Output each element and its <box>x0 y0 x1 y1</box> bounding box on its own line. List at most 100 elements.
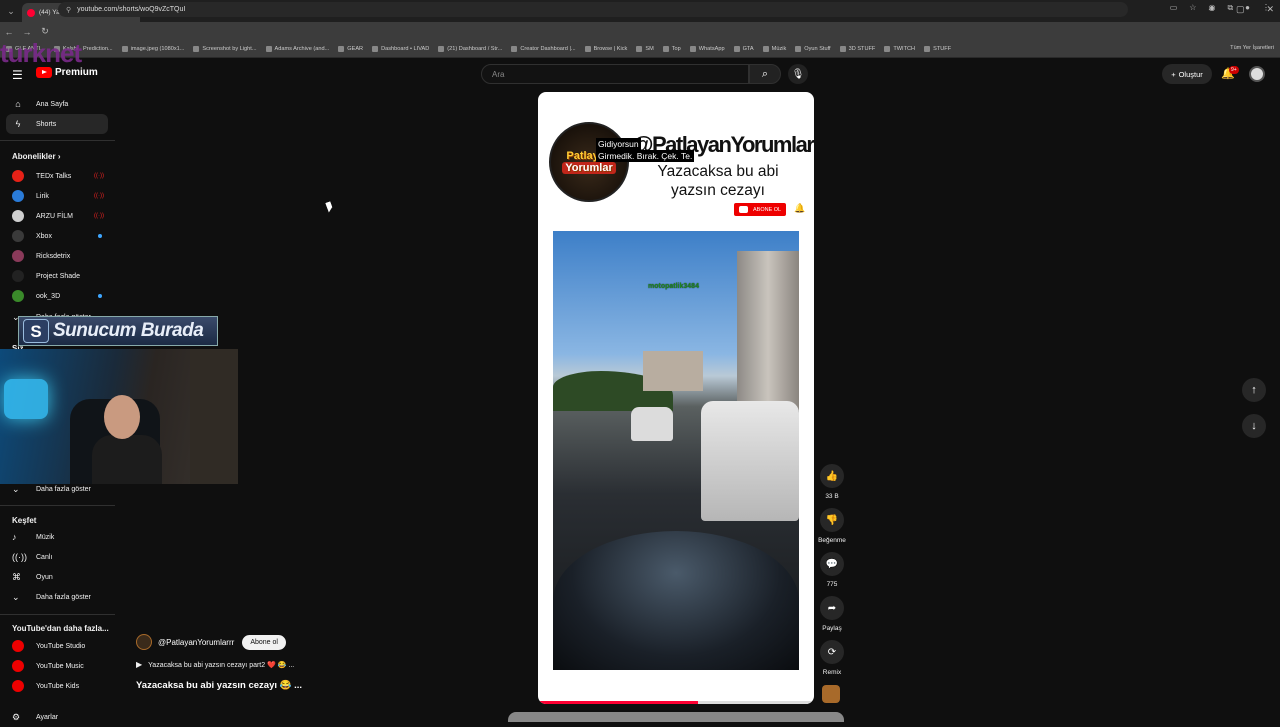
overlay-subscribe-graphic: ABONE OL <box>734 203 787 216</box>
bookmark-item[interactable]: Dashboard • LIVAD <box>372 46 429 52</box>
gear-icon: ⚙ <box>12 711 21 722</box>
forward-icon[interactable]: → <box>18 27 36 37</box>
sidebar-item-subscription[interactable]: ARZU FİLM ((·)) <box>6 206 108 226</box>
bookmark-star-icon[interactable]: ☆ <box>1189 3 1196 13</box>
bookmark-item[interactable]: 3D STUFF <box>839 46 875 52</box>
show-more-you-button[interactable]: ⌄ Daha fazla göster <box>6 479 108 499</box>
hamburger-menu-icon[interactable]: ☰ <box>12 68 23 82</box>
distant-building <box>643 351 703 391</box>
white-car <box>631 407 673 441</box>
sidebar-item-label: Shorts <box>36 120 57 128</box>
new-content-dot <box>98 294 102 298</box>
show-more-explore-button[interactable]: ⌄ Daha fazla göster <box>6 587 108 607</box>
plus-icon: + <box>1171 69 1176 79</box>
bookmarks-bar: GLE ANTI... Kalshi - Prediction... image.j… <box>0 41 1280 58</box>
bookmark-item[interactable]: Browse | Kick <box>584 46 627 52</box>
car-hood <box>553 531 799 670</box>
search-icon[interactable]: ⌕ <box>749 64 781 84</box>
share-button[interactable]: ➦ Paylaş <box>818 596 846 632</box>
sidebar-item-settings[interactable]: ⚙ Ayarlar <box>6 707 108 727</box>
playlist-link[interactable]: ▶ Yazacaksa bu abi yazsın cezayı part2 ❤… <box>136 660 294 669</box>
short-channel-row: @PatlayanYorumlarrr Abone ol <box>136 634 286 650</box>
like-button[interactable]: 👍 33 B <box>818 464 846 500</box>
address-toolbar: ← → ↻ <box>0 22 1280 41</box>
bookmark-label: Creator Dashboard |... <box>520 46 576 52</box>
extension-icon[interactable]: ◉ <box>1208 3 1215 13</box>
shorts-icon: ϟ <box>15 119 21 129</box>
dislike-button[interactable]: 👎 Beğenme <box>818 508 846 544</box>
bookmark-item[interactable]: GTA <box>733 46 754 52</box>
profile-icon[interactable]: ● <box>1245 3 1250 13</box>
bookmark-item[interactable]: Top <box>662 46 681 52</box>
sidebar-item-label: Ana Sayfa <box>36 100 69 108</box>
sidebar-item-shorts[interactable]: ϟ Shorts <box>6 114 108 134</box>
cast-icon[interactable]: ▭ <box>1170 3 1178 13</box>
bookmark-label: SM <box>645 46 654 52</box>
all-bookmarks-link[interactable]: Tüm Yer İşaretleri <box>1230 45 1274 51</box>
sidebar-item-youtube-studio[interactable]: YouTube Studio <box>6 636 108 656</box>
bookmark-item[interactable]: WhatsApp <box>689 46 725 52</box>
previous-short-button[interactable]: ↑ <box>1242 378 1266 402</box>
bookmark-label: image.jpeg (1080x1... <box>130 46 185 52</box>
reload-icon[interactable]: ↻ <box>36 26 54 37</box>
bookmark-item[interactable]: TWITCH <box>884 46 915 52</box>
sidebar-item-live[interactable]: ((·)) Canlı <box>6 547 108 567</box>
remix-button[interactable]: ⟳ Remix <box>818 640 846 676</box>
sidebar-item-subscription[interactable]: Ricksdetrix <box>6 246 108 266</box>
channel-avatar[interactable] <box>136 634 152 650</box>
banner-text: Sunucum Burada <box>53 320 204 341</box>
sidebar-item-subscription[interactable]: Xbox <box>6 226 108 246</box>
bookmark-icon <box>795 46 802 52</box>
next-short-preview[interactable] <box>508 712 844 722</box>
sidebar-item-home[interactable]: ⌂ Ana Sayfa <box>6 94 108 114</box>
create-button[interactable]: + Oluştur <box>1162 64 1212 84</box>
shorts-player[interactable]: Patlayan Yorumlar @PatlayanYorumlarrr Gi… <box>538 92 814 704</box>
tab-search-icon[interactable]: ⌄ <box>0 0 22 22</box>
account-avatar[interactable] <box>1249 66 1265 82</box>
caption-line-1: Gidiyorsun <box>596 138 641 150</box>
live-indicator-icon: ((·)) <box>94 173 104 179</box>
bookmark-item[interactable]: Creator Dashboard |... <box>511 46 576 52</box>
sidebar-item-music[interactable]: ♪ Müzik <box>6 527 108 547</box>
bookmark-item[interactable]: Müzik <box>762 46 786 52</box>
sidebar-item-youtube-kids[interactable]: YouTube Kids <box>6 676 108 696</box>
sidebar-item-subscription[interactable]: ook_3D <box>6 286 108 306</box>
sidebar-item-label: Müzik <box>36 533 55 541</box>
video-watermark: motopatlik3484 <box>648 283 699 290</box>
youtube-premium-logo[interactable]: Premium <box>36 67 98 78</box>
channel-name[interactable]: @PatlayanYorumlarrr <box>158 638 234 647</box>
subscribe-graphic-label: ABONE OL <box>753 206 782 213</box>
bookmark-item[interactable]: Oyun Stuff <box>795 46 831 52</box>
sidebar-item-youtube-music[interactable]: YouTube Music <box>6 656 108 676</box>
youtube-music-icon <box>12 660 24 672</box>
short-title[interactable]: Yazacaksa bu abi yazsın cezayı 😂 ... <box>136 680 302 691</box>
search-input[interactable]: Ara <box>481 64 749 84</box>
sidebar-item-gaming[interactable]: ⌘ Oyun <box>6 567 108 587</box>
bookmark-item[interactable]: GEAR <box>338 46 363 52</box>
comments-button[interactable]: 💬 775 <box>818 552 846 588</box>
overlay-title-line-1: Yazacaksa bu abi <box>657 163 779 180</box>
sidebar-item-subscription[interactable]: Project Shade <box>6 266 108 286</box>
address-bar[interactable]: ⚲ youtube.com/shorts/woQ9vZcTQuI <box>58 2 1128 17</box>
back-icon[interactable]: ← <box>0 27 18 37</box>
playback-progress-bar[interactable] <box>538 701 814 704</box>
bookmark-item[interactable]: Screenshot by Light... <box>193 46 257 52</box>
chevron-down-icon: ⌄ <box>12 591 20 602</box>
dislike-label: Beğenme <box>818 537 846 544</box>
bookmark-item[interactable]: STUFF <box>924 46 951 52</box>
browser-menu-icon[interactable]: ⋮ <box>1262 3 1270 13</box>
bookmark-item[interactable]: (21) Dashboard / Str... <box>438 46 502 52</box>
subscriptions-heading[interactable]: Abonelikler › <box>12 152 60 161</box>
sidebar-item-subscription[interactable]: TEDx Talks ((·)) <box>6 166 108 186</box>
site-info-icon[interactable]: ⚲ <box>66 6 71 14</box>
next-short-button[interactable]: ↓ <box>1242 414 1266 438</box>
microphone-icon[interactable]: 🎙 <box>788 64 808 84</box>
bookmark-item[interactable]: Adams Archive (and... <box>265 46 329 52</box>
puzzle-icon[interactable]: ⧉ <box>1227 3 1233 13</box>
sidebar-item-subscription[interactable]: Lirik ((·)) <box>6 186 108 206</box>
bookmark-item[interactable]: SM <box>636 46 654 52</box>
chevron-right-icon: › <box>57 152 61 161</box>
sound-thumbnail[interactable] <box>822 685 840 703</box>
bookmark-item[interactable]: image.jpeg (1080x1... <box>121 46 185 52</box>
subscribe-button[interactable]: Abone ol <box>242 634 286 650</box>
